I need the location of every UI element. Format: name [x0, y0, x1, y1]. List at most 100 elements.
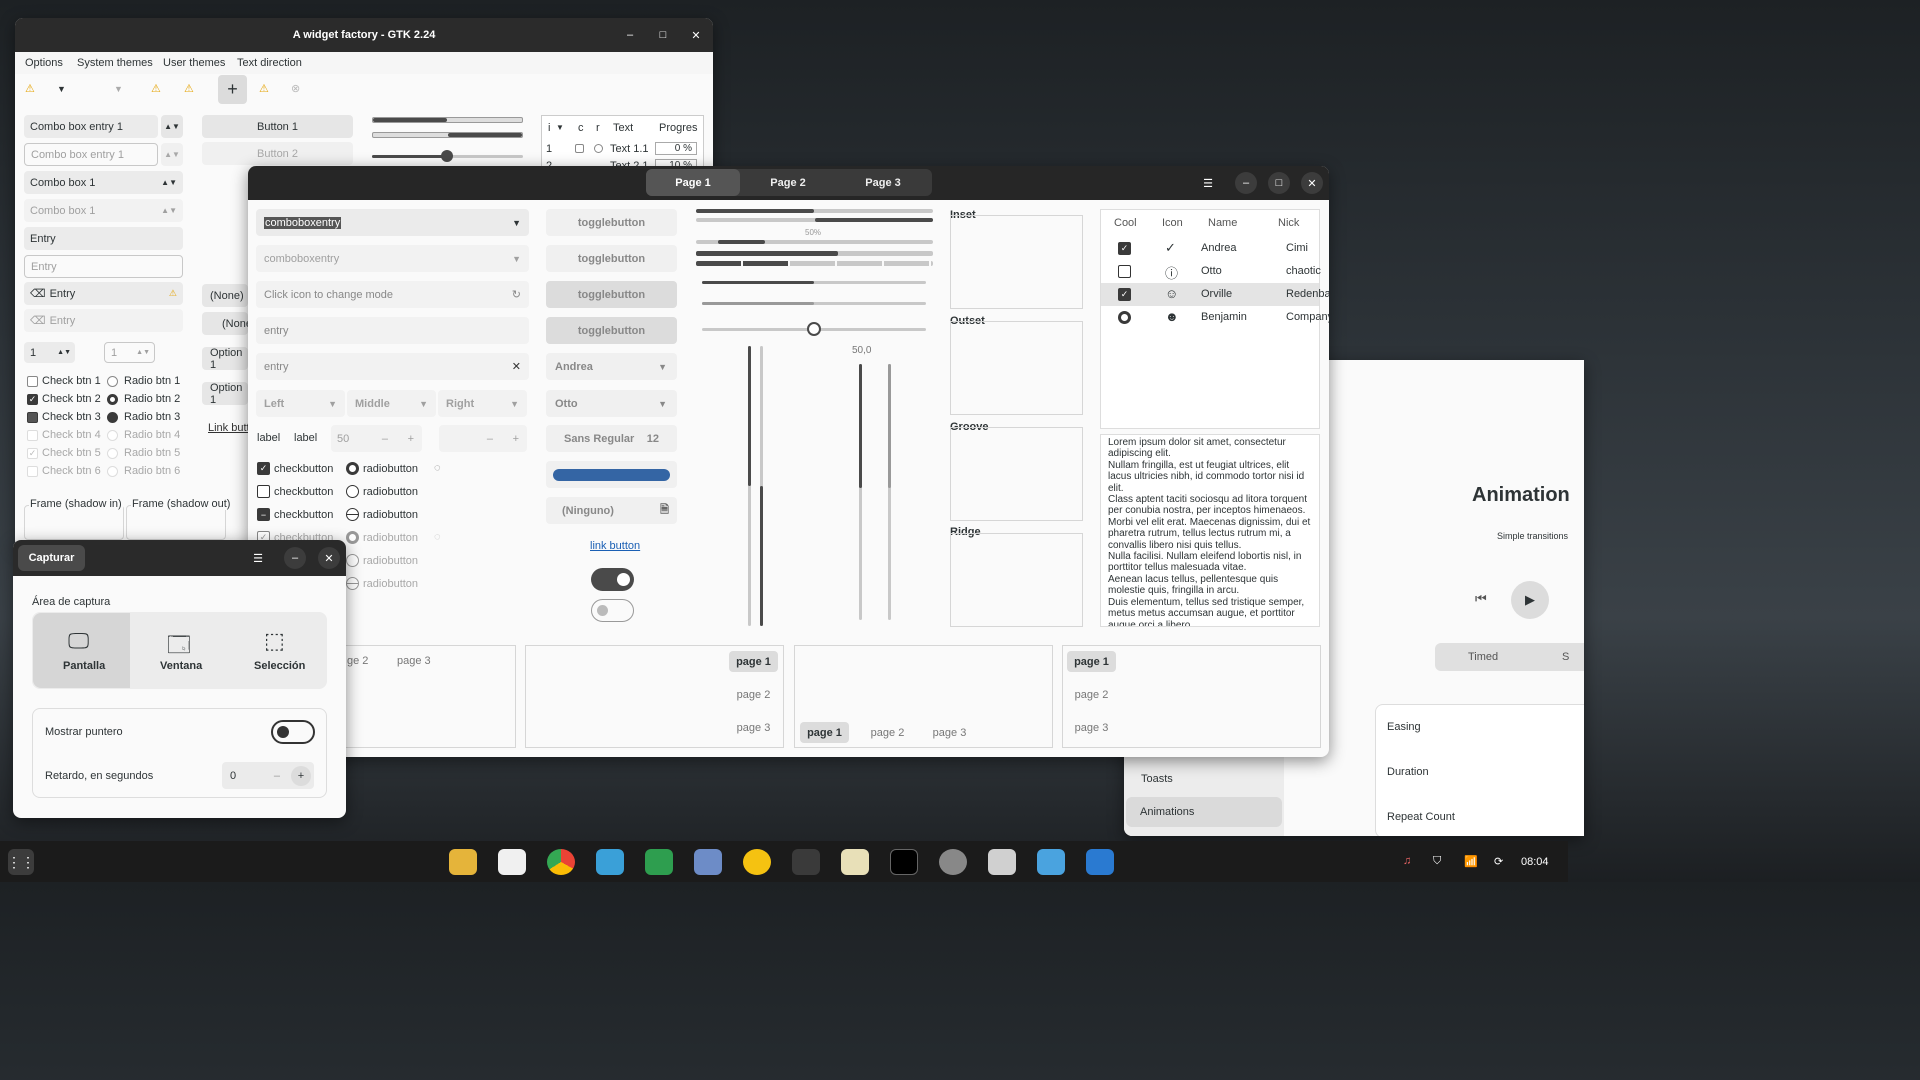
notebook-tab[interactable]: page 2 [1067, 684, 1116, 705]
font-button[interactable]: Sans Regular 12 [546, 425, 677, 452]
dropdown-arrow-icon[interactable]: ▼ [57, 84, 66, 94]
store-icon[interactable] [498, 849, 526, 875]
option-menu-2[interactable]: Option 1 [202, 382, 248, 406]
tab-page-1[interactable]: Page 1 [646, 169, 740, 196]
entry-clearable[interactable]: entry ✕ [256, 353, 529, 380]
notebook-tab[interactable]: page 3 [729, 717, 778, 738]
sync-icon[interactable]: ⟳ [1494, 855, 1503, 868]
spin-button[interactable]: 1 ▲▼ [24, 342, 75, 363]
menu-options[interactable]: Options [25, 57, 63, 69]
text-view[interactable]: Lorem ipsum dolor sit amet, consectetur … [1100, 434, 1320, 627]
minimize-button[interactable]: – [1235, 172, 1257, 194]
maximize-button[interactable]: □ [652, 24, 674, 46]
plus-icon[interactable]: + [291, 765, 311, 786]
entry[interactable]: entry [256, 317, 529, 344]
radiobutton[interactable] [346, 485, 359, 498]
combo-box[interactable]: Combo box 1 ▲▼ [24, 171, 183, 194]
button-1[interactable]: Button 1 [202, 115, 353, 138]
clock[interactable]: 08:04 [1521, 856, 1549, 868]
togglebutton[interactable]: togglebutton [546, 245, 677, 272]
checkbutton-checked[interactable]: ✓ [257, 462, 270, 475]
spreadsheet-icon[interactable] [645, 849, 673, 875]
files-icon[interactable] [449, 849, 477, 875]
combo-box-entry[interactable]: Combo box entry 1 [24, 115, 158, 138]
combo-andrea[interactable]: Andrea ▼ [546, 353, 677, 380]
tab-timed[interactable]: Timed [1468, 651, 1498, 663]
shield-icon[interactable]: ⛉ [1433, 855, 1441, 868]
checkbutton-unchecked[interactable] [257, 485, 270, 498]
notebook-tab[interactable]: page 1 [729, 651, 778, 672]
link-button[interactable]: link button [590, 540, 640, 552]
row-checkbox[interactable]: ✓ [1118, 288, 1131, 301]
radiobutton-selected[interactable] [346, 462, 359, 475]
warning-icon[interactable]: ⚠ [151, 82, 161, 95]
check-btn-2[interactable]: ✓ [27, 394, 38, 405]
check-btn-3[interactable] [27, 412, 38, 423]
widget-factory-icon[interactable] [988, 849, 1016, 875]
clear-icon[interactable]: ⌫ [30, 287, 46, 300]
image-viewer-icon[interactable] [694, 849, 722, 875]
notebook-tab[interactable]: page 3 [397, 655, 431, 667]
checkbutton-mixed[interactable]: − [257, 508, 270, 521]
row-checkbox[interactable] [1118, 265, 1131, 278]
tab-s[interactable]: S [1562, 651, 1569, 663]
column-header[interactable]: i [548, 122, 550, 134]
radio-btn-1[interactable] [107, 376, 118, 387]
close-button[interactable]: ✕ [318, 547, 340, 569]
notebook-tab[interactable]: page 2 [729, 684, 778, 705]
switch-off[interactable] [591, 599, 634, 622]
row-radio[interactable] [1118, 311, 1131, 324]
none-combo[interactable]: (None) [202, 284, 248, 307]
tab-page-2[interactable]: Page 2 [741, 169, 835, 196]
entry[interactable]: Entry [24, 227, 183, 250]
delay-spin[interactable]: 0 – + [222, 762, 314, 789]
notebook-tab[interactable]: page 1 [800, 722, 849, 743]
writer-icon[interactable] [1086, 849, 1114, 875]
check-btn-1[interactable] [27, 376, 38, 387]
column-header[interactable]: r [596, 122, 600, 134]
row-duration[interactable]: Duration [1387, 766, 1429, 778]
combo-arrow-button[interactable]: ▲▼ [161, 115, 183, 138]
maximize-button[interactable]: □ [1268, 172, 1290, 194]
terminal-icon[interactable] [890, 849, 918, 875]
linked-left[interactable]: Left ▼ [256, 390, 345, 417]
togglebutton[interactable]: togglebutton [546, 209, 677, 236]
minus-icon[interactable]: – [274, 770, 280, 782]
column-header[interactable]: c [578, 122, 584, 134]
app-grid-icon[interactable]: ⋮⋮ [7, 849, 35, 875]
switch-on[interactable] [591, 568, 634, 591]
combo-otto[interactable]: Otto ▼ [546, 390, 677, 417]
menu-icon[interactable]: ☰ [1197, 172, 1219, 194]
column-header[interactable]: Name [1208, 217, 1237, 229]
column-header[interactable]: Nick [1278, 217, 1299, 229]
video-icon[interactable] [792, 849, 820, 875]
skip-back-icon[interactable]: ⏮ [1475, 591, 1487, 607]
menu-system-themes[interactable]: System themes [77, 57, 153, 69]
play-button[interactable]: ▶ [1511, 581, 1549, 619]
add-button[interactable]: + [218, 75, 247, 104]
linked-right[interactable]: Right ▼ [438, 390, 527, 417]
notebook-tab[interactable]: page 1 [1067, 651, 1116, 672]
notebook-tab[interactable]: page 2 [863, 722, 912, 743]
row-checkbox[interactable]: ✓ [1118, 242, 1131, 255]
media-icon[interactable]: ♫ [1403, 855, 1411, 867]
row-easing[interactable]: Easing [1387, 721, 1421, 733]
togglebutton-active[interactable]: togglebutton [546, 281, 677, 308]
entry-with-icon[interactable]: ⌫ Entry ⚠ [24, 282, 183, 305]
radio-btn-2[interactable] [107, 394, 118, 405]
pointer-switch[interactable] [271, 720, 315, 744]
comboboxentry[interactable]: comboboxentry ▼ [256, 209, 529, 236]
linked-middle[interactable]: Middle ▼ [347, 390, 436, 417]
chevron-down-icon[interactable]: ▼ [512, 218, 521, 228]
text-editor-icon[interactable] [841, 849, 869, 875]
menu-icon[interactable]: ☰ [247, 547, 269, 569]
column-header[interactable]: Cool [1114, 217, 1137, 229]
settings-icon[interactable] [939, 849, 967, 875]
slider-handle[interactable] [441, 150, 453, 162]
mode-entry[interactable]: Click icon to change mode ↻ [256, 281, 529, 308]
menu-text-direction[interactable]: Text direction [237, 57, 302, 69]
column-header[interactable]: Icon [1162, 217, 1183, 229]
color-button[interactable] [546, 461, 677, 488]
refresh-icon[interactable]: ↻ [512, 288, 521, 301]
menu-user-themes[interactable]: User themes [163, 57, 225, 69]
